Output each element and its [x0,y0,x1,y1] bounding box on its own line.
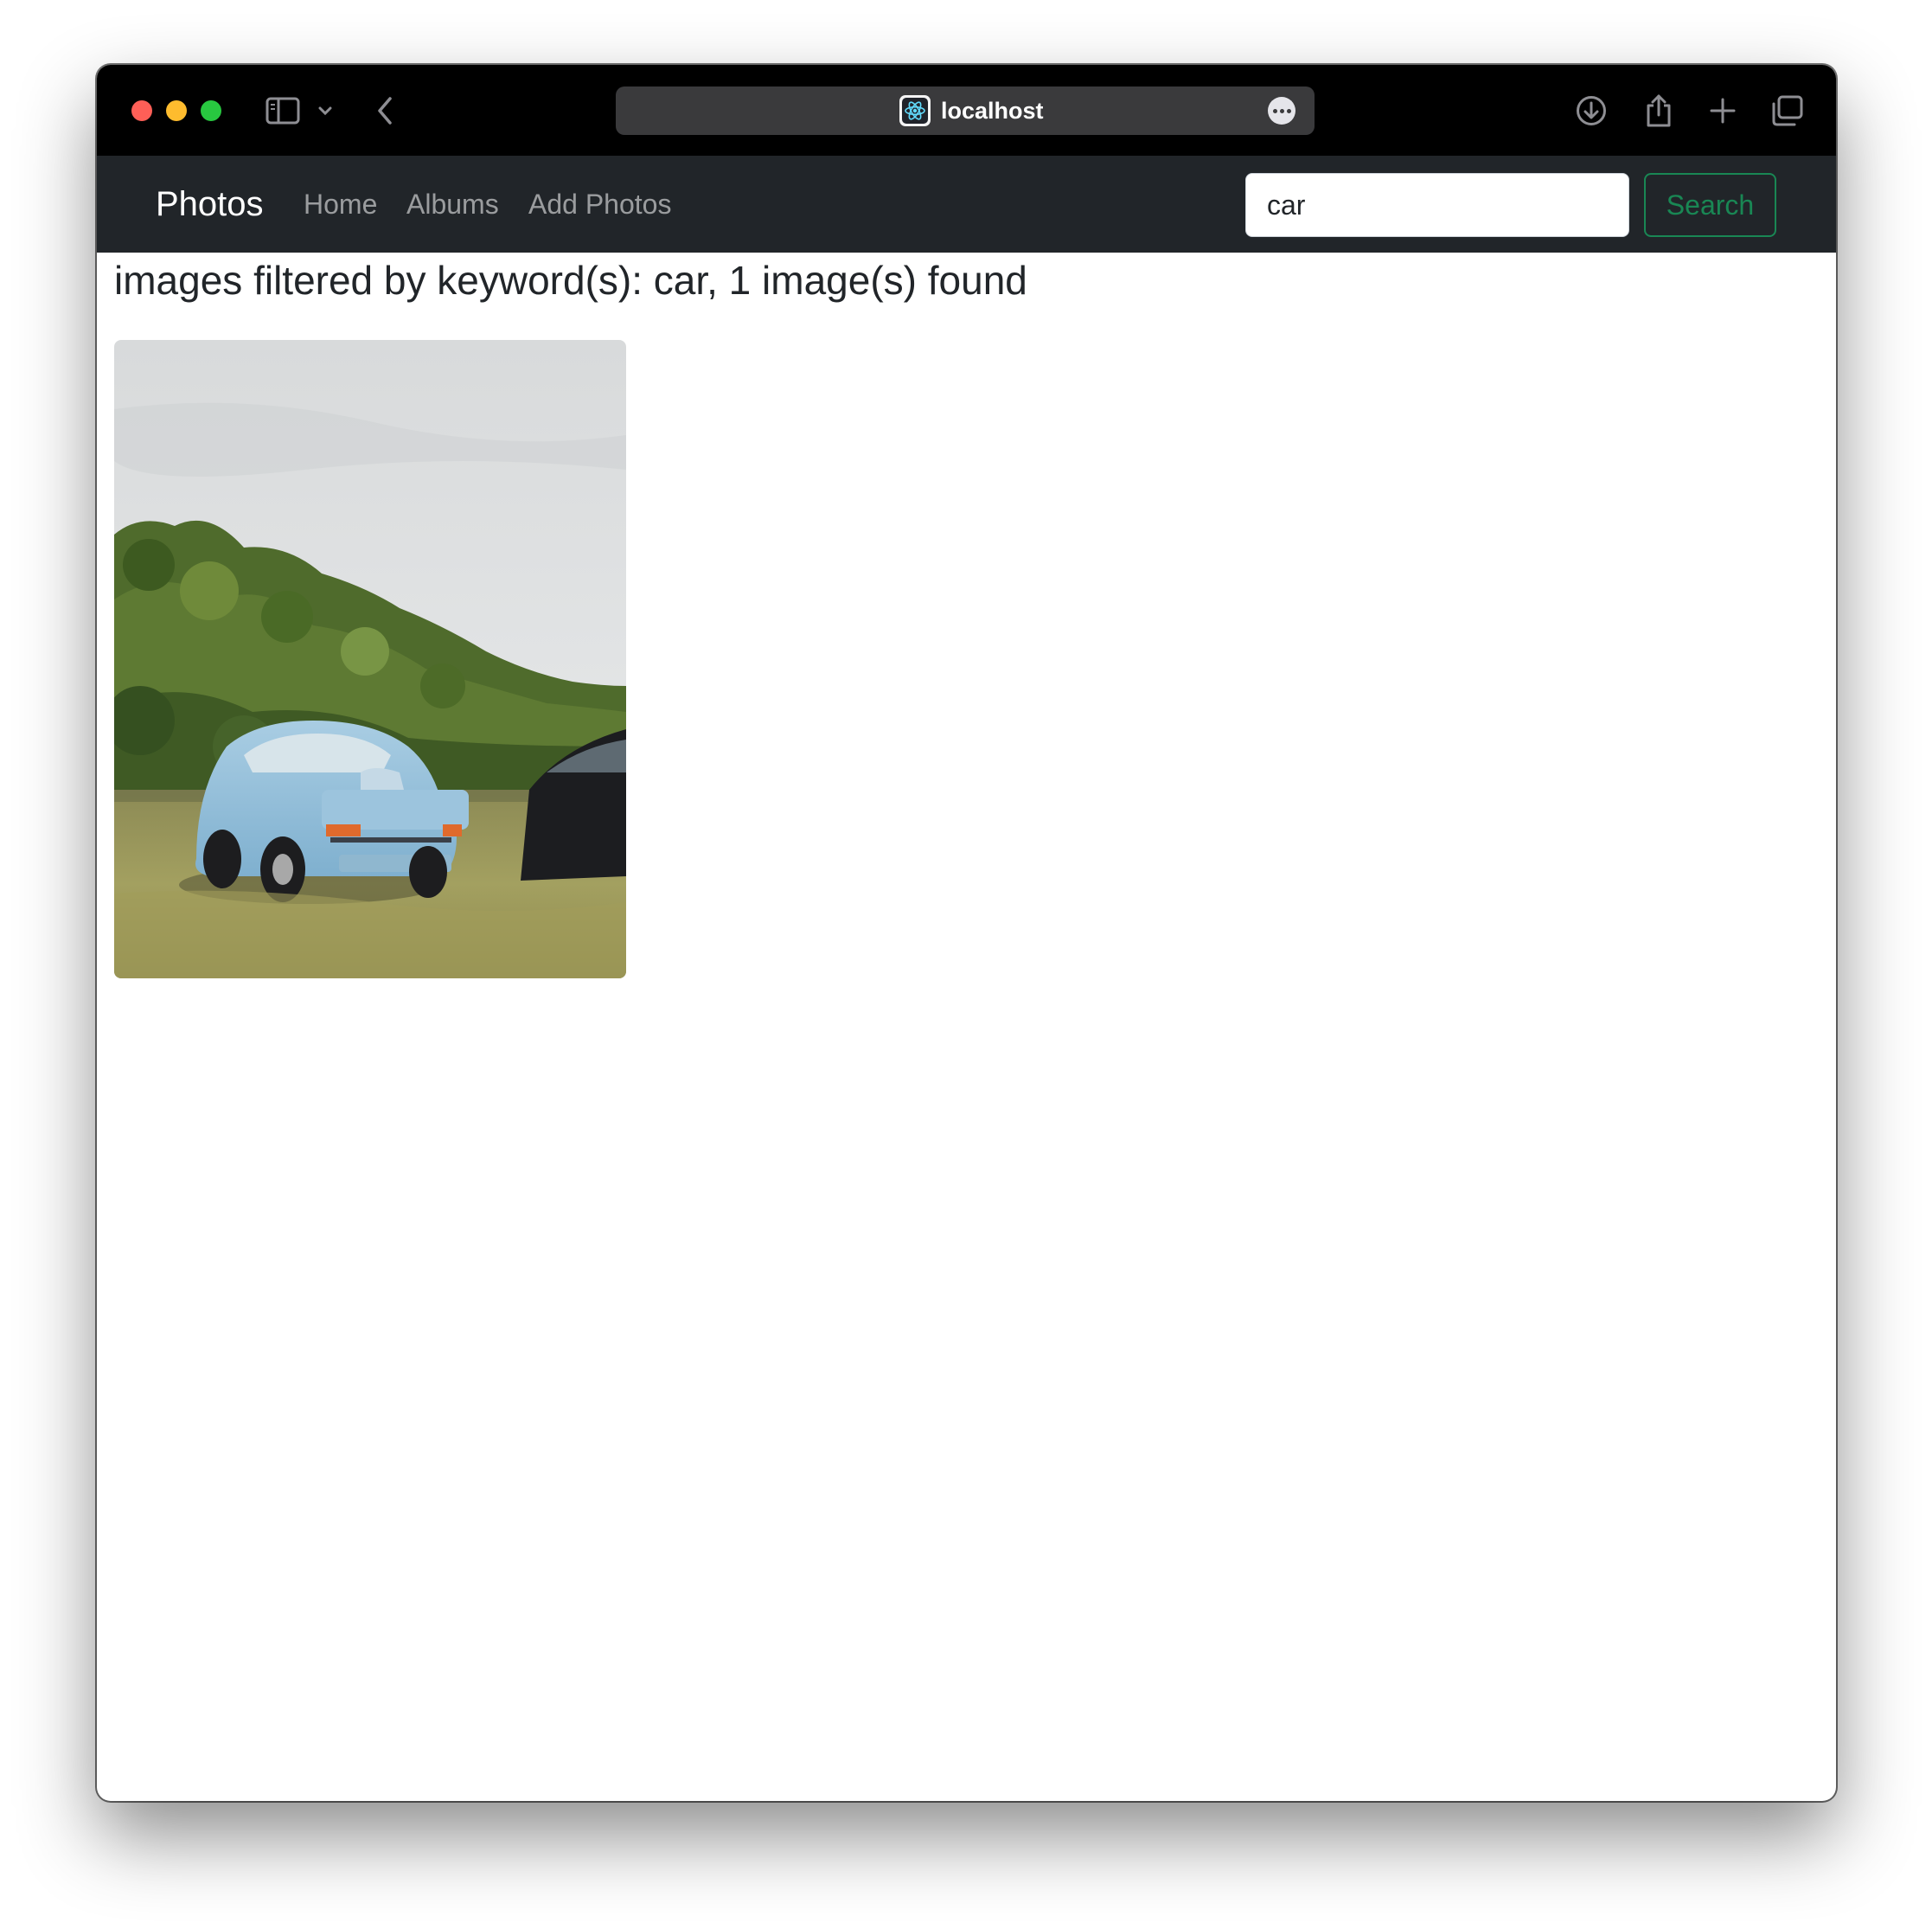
minimize-window-button[interactable] [166,100,187,121]
ellipsis-circle-icon[interactable] [1268,97,1295,125]
photo-thumbnail[interactable] [114,340,626,978]
nav-link-add-photos[interactable]: Add Photos [528,156,671,253]
car-photo-image [114,340,626,978]
nav-link-home[interactable]: Home [304,156,377,253]
share-icon[interactable] [1641,89,1676,132]
close-window-button[interactable] [131,100,152,121]
app-navbar: Photos Home Albums Add Photos Search [97,156,1836,253]
nav-link-albums[interactable]: Albums [406,156,499,253]
search-input[interactable] [1245,173,1629,237]
address-bar-url: localhost [941,98,1044,124]
browser-window: localhost Photos Home Albums Add Photos … [97,65,1836,1801]
download-icon[interactable] [1574,89,1609,132]
chevron-down-icon[interactable] [315,89,336,132]
results-heading: images filtered by keyword(s): car, 1 im… [114,258,1027,303]
back-arrow-icon[interactable] [372,89,398,132]
address-bar[interactable]: localhost [616,87,1315,135]
sidebar-toggle-icon[interactable] [263,89,303,132]
react-atom-icon [899,95,931,126]
maximize-window-button[interactable] [201,100,221,121]
browser-toolbar: localhost [97,65,1836,156]
plus-icon[interactable] [1705,89,1740,132]
brand-link[interactable]: Photos [156,156,264,253]
search-button[interactable]: Search [1644,173,1776,237]
tab-overview-icon[interactable] [1769,89,1804,132]
